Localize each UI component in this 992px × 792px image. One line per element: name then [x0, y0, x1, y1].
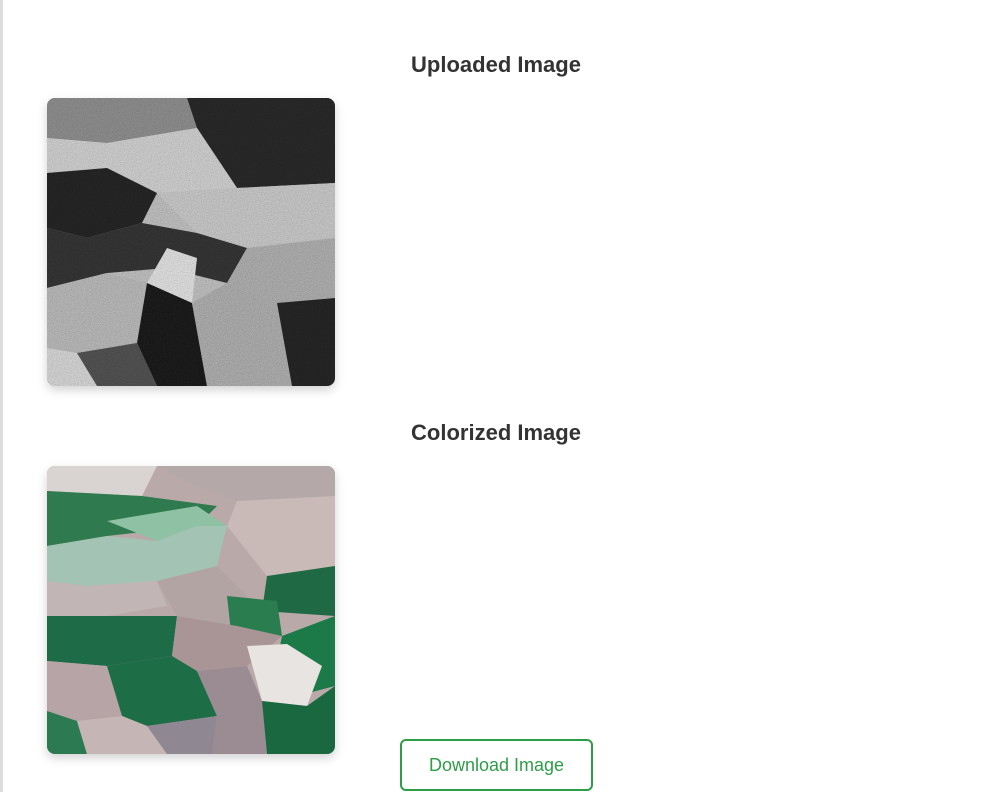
uploaded-image — [47, 98, 335, 386]
left-border-divider — [0, 0, 3, 792]
uploaded-image-heading: Uploaded Image — [411, 52, 581, 77]
colorized-image — [47, 466, 335, 754]
colorized-image-heading: Colorized Image — [411, 420, 581, 445]
download-image-button[interactable]: Download Image — [400, 739, 593, 791]
